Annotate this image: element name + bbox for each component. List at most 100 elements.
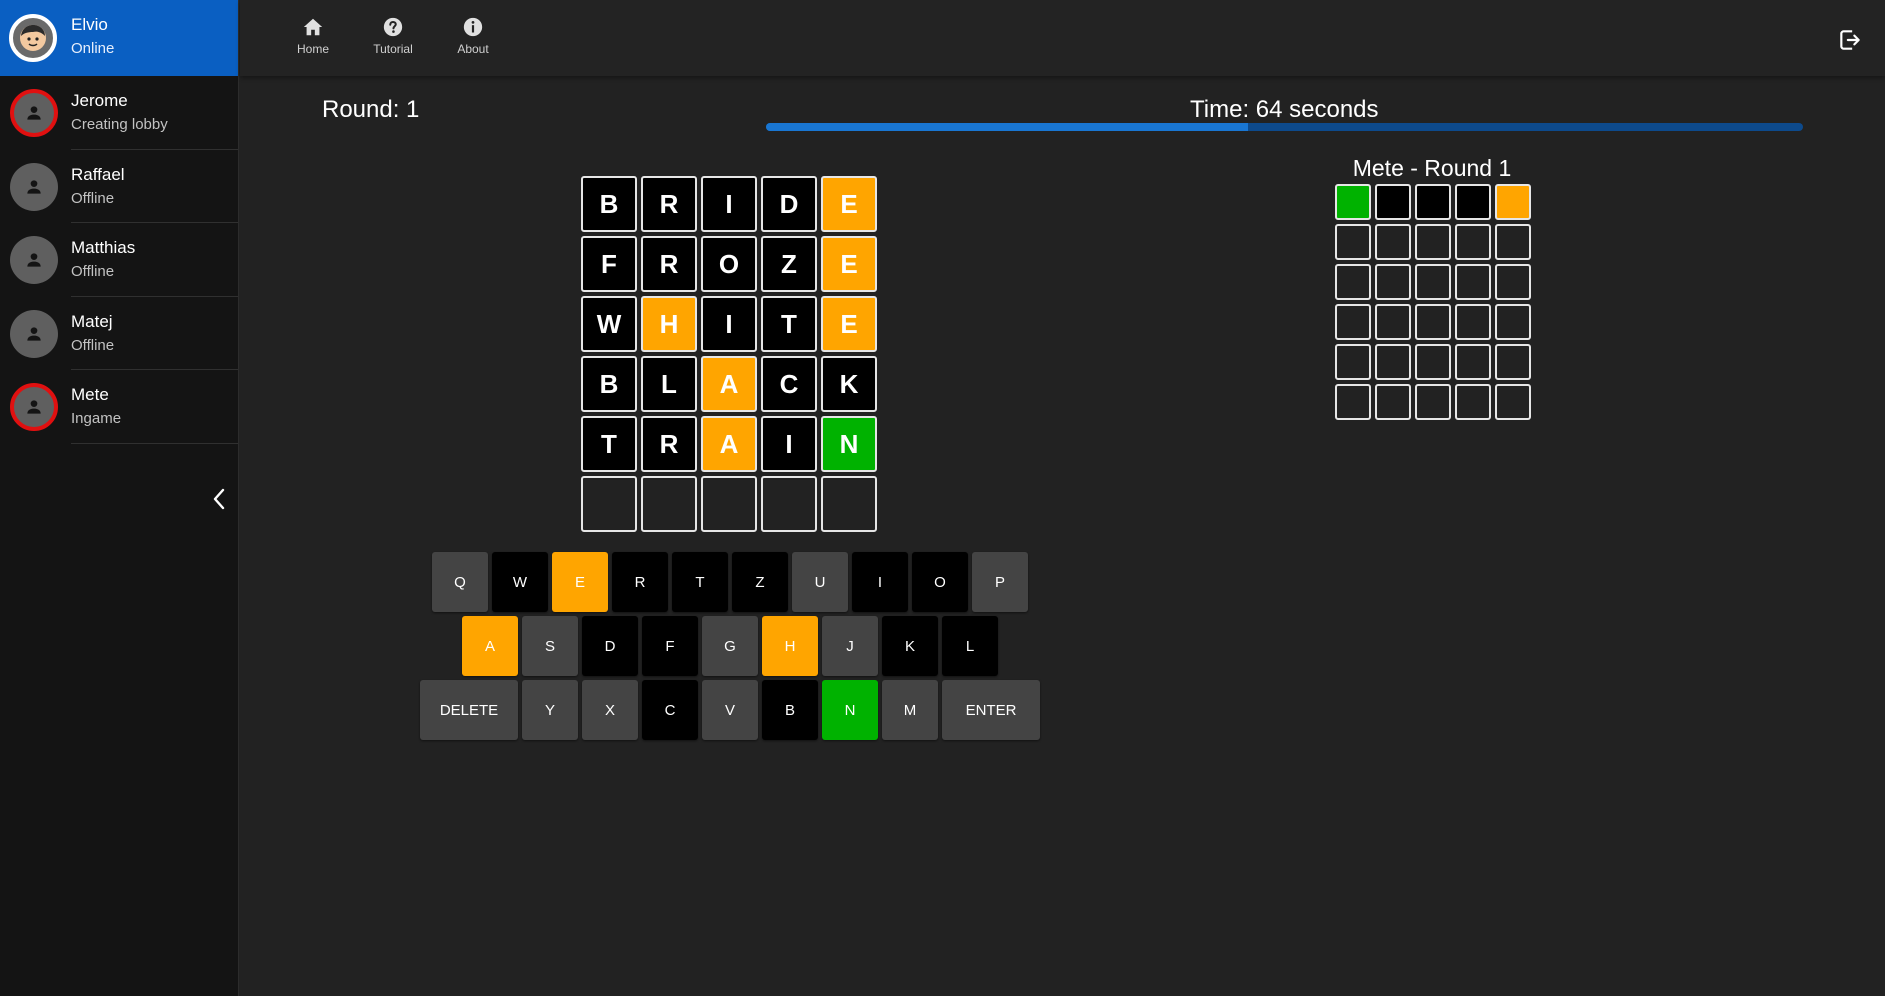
opponent-tile	[1495, 184, 1531, 220]
key-f[interactable]: F	[642, 616, 698, 676]
user-item-mete[interactable]: Mete Ingame	[0, 370, 238, 444]
board-tile: F	[581, 236, 637, 292]
board-tile: I	[761, 416, 817, 472]
key-r[interactable]: R	[612, 552, 668, 612]
board-tile: A	[701, 356, 757, 412]
user-status: Offline	[71, 263, 115, 280]
user-item-matej[interactable]: Matej Offline	[0, 297, 238, 370]
smiley-avatar-icon	[9, 14, 57, 62]
board-tile: R	[641, 236, 697, 292]
nav-about[interactable]: About	[442, 16, 504, 64]
opponent-tile	[1375, 264, 1411, 300]
on-screen-keyboard: Q W E R T Z U I O P A S D F G H J K L DELETE Y X C V B N M ENTER	[418, 552, 1042, 744]
board-tile: I	[701, 296, 757, 352]
board-tile	[701, 476, 757, 532]
key-k[interactable]: K	[882, 616, 938, 676]
key-c[interactable]: C	[642, 680, 698, 740]
sidebar: Elvio Online Jerome Creating lobby Raffael Of…	[0, 0, 239, 996]
key-b[interactable]: B	[762, 680, 818, 740]
key-z[interactable]: Z	[732, 552, 788, 612]
board-tile: E	[821, 176, 877, 232]
key-delete[interactable]: DELETE	[420, 680, 518, 740]
opponent-tile	[1455, 184, 1491, 220]
key-w[interactable]: W	[492, 552, 548, 612]
game-board: BRIDEFROZEWHITEBLACKTRAIN	[581, 176, 877, 532]
key-p[interactable]: P	[972, 552, 1028, 612]
key-j[interactable]: J	[822, 616, 878, 676]
opponent-tile	[1375, 184, 1411, 220]
keyboard-row: QWERTZUIOP	[418, 552, 1042, 612]
opponent-tile	[1335, 224, 1371, 260]
user-name: Elvio	[71, 15, 108, 34]
opponent-tile	[1335, 184, 1371, 220]
key-s[interactable]: S	[522, 616, 578, 676]
person-icon	[10, 236, 58, 284]
user-item-elvio[interactable]: Elvio Online	[0, 0, 238, 76]
opponent-tile	[1375, 224, 1411, 260]
board-tile: H	[641, 296, 697, 352]
opponent-tile	[1335, 304, 1371, 340]
key-a[interactable]: A	[462, 616, 518, 676]
key-u[interactable]: U	[792, 552, 848, 612]
opponent-tile	[1495, 384, 1531, 420]
key-m[interactable]: M	[882, 680, 938, 740]
board-tile: C	[761, 356, 817, 412]
key-y[interactable]: Y	[522, 680, 578, 740]
opponent-tile	[1455, 264, 1491, 300]
user-item-raffael[interactable]: Raffael Offline	[0, 150, 238, 223]
key-x[interactable]: X	[582, 680, 638, 740]
user-list: Elvio Online Jerome Creating lobby Raffael Of…	[0, 0, 238, 444]
opponent-tile	[1415, 384, 1451, 420]
opponent-tile	[1335, 384, 1371, 420]
key-g[interactable]: G	[702, 616, 758, 676]
key-d[interactable]: D	[582, 616, 638, 676]
key-enter[interactable]: ENTER	[942, 680, 1040, 740]
user-name: Matthias	[71, 238, 136, 257]
key-q[interactable]: Q	[432, 552, 488, 612]
person-icon	[10, 309, 58, 358]
user-name: Matej	[71, 311, 113, 331]
user-status: Creating lobby	[71, 116, 168, 133]
opponent-tile	[1455, 344, 1491, 380]
logout-icon[interactable]	[1837, 27, 1863, 53]
nav-tutorial[interactable]: Tutorial	[362, 16, 424, 64]
user-item-jerome[interactable]: Jerome Creating lobby	[0, 76, 238, 150]
opponent-tile	[1495, 344, 1531, 380]
user-name: Raffael	[71, 164, 125, 184]
help-icon	[383, 17, 403, 37]
key-h[interactable]: H	[762, 616, 818, 676]
opponent-tile	[1375, 304, 1411, 340]
nav-about-label: About	[457, 42, 489, 56]
opponent-tile	[1495, 224, 1531, 260]
opponent-tile	[1375, 384, 1411, 420]
user-name: Jerome	[71, 91, 128, 110]
key-t[interactable]: T	[672, 552, 728, 612]
opponent-tile	[1495, 304, 1531, 340]
board-tile: W	[581, 296, 637, 352]
key-v[interactable]: V	[702, 680, 758, 740]
person-icon	[10, 383, 58, 431]
board-tile: R	[641, 176, 697, 232]
board-tile	[821, 476, 877, 532]
nav-home[interactable]: Home	[282, 16, 344, 64]
key-n[interactable]: N	[822, 680, 878, 740]
chevron-left-icon[interactable]	[208, 484, 230, 514]
key-o[interactable]: O	[912, 552, 968, 612]
board-tile: B	[581, 176, 637, 232]
person-icon	[10, 162, 58, 211]
board-tile	[581, 476, 637, 532]
board-tile: B	[581, 356, 637, 412]
user-item-matthias[interactable]: Matthias Offline	[0, 223, 238, 297]
opponent-tile	[1495, 264, 1531, 300]
key-l[interactable]: L	[942, 616, 998, 676]
top-bar: Home Tutorial About	[240, 0, 1885, 76]
key-e[interactable]: E	[552, 552, 608, 612]
round-label: Round: 1	[322, 96, 420, 123]
home-icon	[303, 18, 323, 36]
time-progress-fill	[766, 123, 1249, 131]
key-i[interactable]: I	[852, 552, 908, 612]
user-status: Offline	[71, 189, 115, 207]
opponent-tile	[1415, 224, 1451, 260]
board-tile	[761, 476, 817, 532]
time-label: Time: 64 seconds	[1190, 96, 1379, 123]
